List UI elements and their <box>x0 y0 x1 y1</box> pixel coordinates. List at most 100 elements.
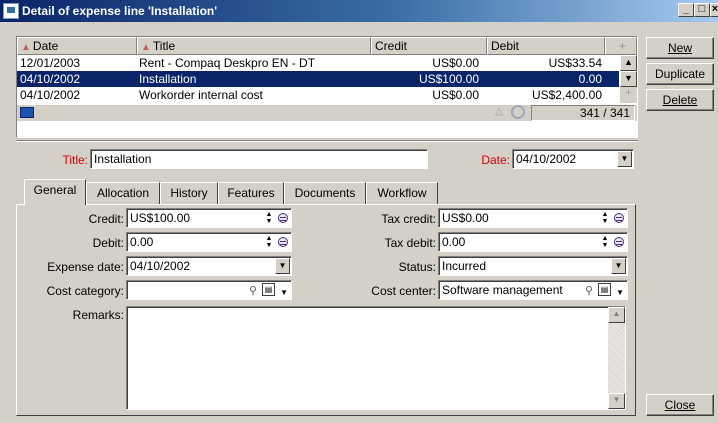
status-select[interactable]: Incurred ▼ <box>438 256 628 276</box>
column-header-debit[interactable]: Debit <box>487 37 605 55</box>
date-label: Date: <box>481 153 510 167</box>
tab-workflow[interactable]: Workflow <box>366 182 438 204</box>
debit-label: Debit: <box>92 236 124 250</box>
credit-label: Credit: <box>88 212 124 226</box>
column-date-label: Date <box>32 39 59 53</box>
expand-icon[interactable]: + <box>620 87 637 103</box>
tab-history[interactable]: History <box>160 182 218 204</box>
column-header-credit[interactable]: Credit <box>371 37 487 55</box>
tax-credit-label: Tax credit: <box>381 212 436 226</box>
close-window-icon[interactable]: × <box>710 3 718 17</box>
calculator-icon[interactable] <box>614 237 624 247</box>
debit-field[interactable]: 0.00 ▲ ▼ <box>126 232 292 252</box>
minimize-icon[interactable]: _ <box>678 3 694 17</box>
chevron-down-icon[interactable]: ▼ <box>280 284 288 299</box>
spinner-icon[interactable]: ▲ ▼ <box>265 211 273 225</box>
spinner-icon[interactable]: ▲ ▼ <box>601 211 609 225</box>
row-credit: US$0.00 <box>432 56 479 70</box>
row-date: 12/01/2003 <box>20 56 81 70</box>
list-scrollbar[interactable]: ▲ ▼ + <box>620 55 637 103</box>
spinner-icon[interactable]: ▲ ▼ <box>265 235 273 249</box>
chevron-down-icon[interactable]: ▼ <box>617 151 632 167</box>
row-date: 04/10/2002 <box>20 88 81 102</box>
sort-arrow-icon: ▲ <box>141 42 151 53</box>
delete-button[interactable]: Delete <box>646 89 714 111</box>
sort-arrow-icon: ▲ <box>21 42 31 53</box>
date-field[interactable]: 04/10/2002 ▼ <box>512 149 634 169</box>
row-debit: US$33.54 <box>548 56 602 70</box>
tax-debit-label: Tax debit: <box>384 236 436 250</box>
expense-lines-list[interactable]: ▲ Date ▲ Title Credit Debit + 12/01/2003 R… <box>16 36 638 138</box>
column-chooser-icon[interactable]: + <box>605 37 637 55</box>
row-debit: US$2,400.00 <box>531 88 602 102</box>
title-field[interactable]: Installation <box>90 149 428 169</box>
date-value: 04/10/2002 <box>516 152 577 166</box>
delete-button-label: Delete <box>662 93 698 107</box>
calculator-icon[interactable] <box>278 213 288 223</box>
cost-center-field[interactable]: Software management ⚲ ▤ ▼ <box>438 280 628 300</box>
table-row-selected[interactable]: 04/10/2002 Installation US$100.00 0.00 <box>17 71 619 87</box>
row-credit: US$100.00 <box>418 72 479 86</box>
magnifier-icon[interactable]: ⚲ <box>249 282 257 299</box>
credit-field[interactable]: US$100.00 ▲ ▼ <box>126 208 292 228</box>
row-debit: 0.00 <box>578 72 602 86</box>
expense-date-value: 04/10/2002 <box>130 259 191 273</box>
cost-center-value: Software management <box>442 283 563 297</box>
close-button-label: Close <box>664 398 696 412</box>
status-label: Status: <box>398 260 436 274</box>
remarks-scrollbar[interactable]: ▲ ▼ <box>608 307 625 409</box>
tab-general[interactable]: General <box>24 179 86 205</box>
column-header-date[interactable]: ▲ Date <box>17 37 137 55</box>
row-title: Rent - Compaq Deskpro EN - DT <box>139 56 316 70</box>
scroll-up-icon[interactable]: ▲ <box>608 307 625 323</box>
tax-debit-value: 0.00 <box>442 235 466 249</box>
column-title-label: Title <box>152 39 176 53</box>
row-title: Installation <box>139 72 197 86</box>
tab-features[interactable]: Features <box>218 182 284 204</box>
cost-category-field[interactable]: ⚲ ▤ ▼ <box>126 280 292 300</box>
duplicate-button-label: Duplicate <box>654 67 706 81</box>
table-view-icon[interactable] <box>20 107 34 118</box>
chevron-down-icon[interactable]: ▼ <box>611 258 626 274</box>
cost-center-label: Cost center: <box>371 284 436 298</box>
window-icon <box>3 3 19 19</box>
tax-credit-field[interactable]: US$0.00 ▲ ▼ <box>438 208 628 228</box>
tax-debit-field[interactable]: 0.00 ▲ ▼ <box>438 232 628 252</box>
expense-date-field[interactable]: 04/10/2002 ▼ <box>126 256 292 276</box>
calculator-icon[interactable] <box>614 213 624 223</box>
close-button[interactable]: Close <box>646 394 714 416</box>
credit-value: US$100.00 <box>130 211 191 225</box>
remarks-textarea[interactable]: ▲ ▼ <box>126 306 626 410</box>
calculator-icon[interactable] <box>278 237 288 247</box>
detail-window-icon[interactable]: ▤ <box>262 283 275 296</box>
scroll-up-icon[interactable]: ▲ <box>620 55 637 71</box>
new-button[interactable]: New <box>646 37 714 59</box>
column-debit-label: Debit <box>491 39 520 53</box>
list-status-bar: △ 341 / 341 <box>17 105 637 121</box>
title-bar[interactable]: Detail of expense line 'Installation' _ … <box>0 0 718 22</box>
cost-category-label: Cost category: <box>46 284 124 298</box>
tax-credit-value: US$0.00 <box>442 211 489 225</box>
scroll-down-icon[interactable]: ▼ <box>620 71 637 87</box>
refresh-icon[interactable] <box>511 105 525 119</box>
debit-value: 0.00 <box>130 235 154 249</box>
maximize-icon[interactable]: □ <box>694 3 710 17</box>
magnifier-icon[interactable]: ⚲ <box>585 282 593 299</box>
spinner-icon[interactable]: ▲ ▼ <box>601 235 609 249</box>
tab-documents[interactable]: Documents <box>284 182 366 204</box>
column-credit-label: Credit <box>375 39 408 53</box>
scroll-down-icon[interactable]: ▼ <box>608 393 625 409</box>
remarks-label: Remarks: <box>72 308 124 322</box>
column-header-title[interactable]: ▲ Title <box>137 37 371 55</box>
table-row[interactable]: 04/10/2002 Workorder internal cost US$0.… <box>17 87 619 103</box>
table-row[interactable]: 12/01/2003 Rent - Compaq Deskpro EN - DT… <box>17 55 619 71</box>
new-button-label: New <box>667 41 692 55</box>
tab-allocation[interactable]: Allocation <box>86 182 160 204</box>
row-date: 04/10/2002 <box>20 72 81 86</box>
detail-window-icon[interactable]: ▤ <box>598 283 611 296</box>
chevron-down-icon[interactable]: ▼ <box>275 258 290 274</box>
window-title: Detail of expense line 'Installation' <box>22 4 218 18</box>
duplicate-button[interactable]: Duplicate <box>646 63 714 85</box>
expense-date-label: Expense date: <box>47 260 124 274</box>
chevron-down-icon[interactable]: ▼ <box>616 284 624 299</box>
